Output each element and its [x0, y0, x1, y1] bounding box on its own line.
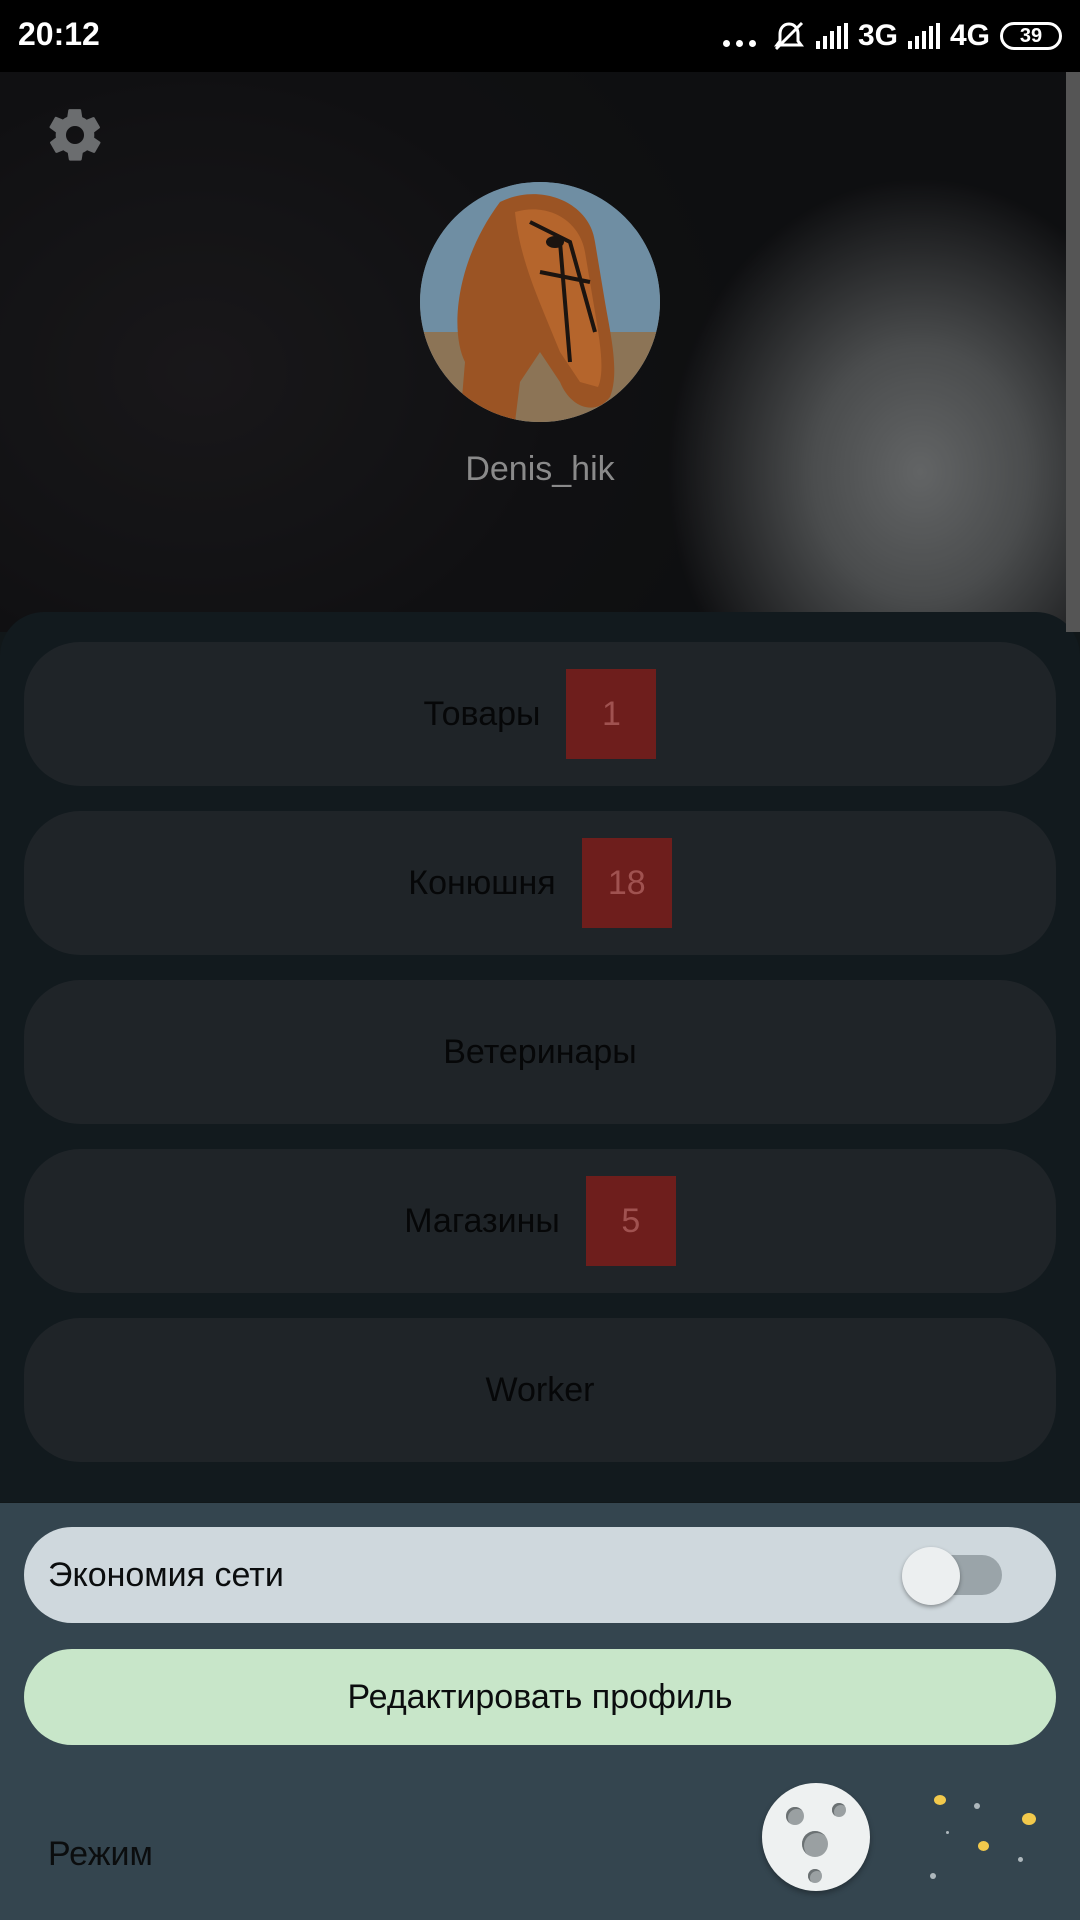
status-icons: 3G 4G 39: [722, 14, 1062, 58]
network-type-1: 3G: [857, 19, 898, 52]
edit-profile-label: Редактировать профиль: [347, 1677, 733, 1716]
toggle-thumb: [902, 1547, 960, 1605]
menu-item-label: Worker: [485, 1370, 595, 1409]
status-bar: 20:12 3G 4G 39: [0, 0, 1080, 72]
gear-icon[interactable]: [44, 104, 106, 166]
menu-item-label: Конюшня: [408, 863, 556, 902]
network-saving-label: Экономия сети: [48, 1555, 284, 1594]
network-saving-row[interactable]: Экономия сети: [24, 1527, 1056, 1623]
menu-sheet: Товары 1 Конюшня 18 Ветеринары Магазины …: [0, 612, 1080, 1502]
scrollbar[interactable]: [1066, 72, 1080, 632]
count-badge: 1: [566, 669, 657, 759]
menu-item-goods[interactable]: Товары 1: [24, 642, 1056, 786]
battery-icon: 39: [1000, 22, 1062, 50]
menu-item-label: Ветеринары: [443, 1032, 637, 1071]
menu-item-label: Магазины: [404, 1201, 560, 1240]
signal-icon: [815, 23, 848, 49]
moon-icon[interactable]: [762, 1783, 870, 1891]
mode-label: Режим: [48, 1835, 153, 1873]
edit-profile-button[interactable]: Редактировать профиль: [24, 1649, 1056, 1745]
status-time: 20:12: [18, 16, 100, 52]
menu-item-shops[interactable]: Магазины 5: [24, 1149, 1056, 1293]
count-badge: 18: [581, 838, 672, 928]
network-type-2: 4G: [949, 19, 990, 52]
username: Denis_hik: [465, 450, 615, 488]
stars-decoration: [920, 1783, 1060, 1903]
menu-item-label: Товары: [423, 694, 541, 733]
count-badge: 5: [585, 1176, 676, 1266]
menu-item-vets[interactable]: Ветеринары: [24, 980, 1056, 1124]
bottom-panel: Экономия сети Редактировать профиль Режи…: [0, 1503, 1080, 1920]
menu-item-stable[interactable]: Конюшня 18: [24, 811, 1056, 955]
network-saving-toggle[interactable]: [902, 1547, 1002, 1605]
signal-icon: [907, 23, 940, 49]
battery-level: 39: [1019, 24, 1043, 47]
horse-photo: [420, 182, 660, 422]
alarm-off-icon: [773, 21, 804, 51]
avatar[interactable]: [420, 182, 660, 422]
menu-item-worker[interactable]: Worker: [24, 1318, 1056, 1462]
more-dots-icon: [722, 26, 756, 47]
